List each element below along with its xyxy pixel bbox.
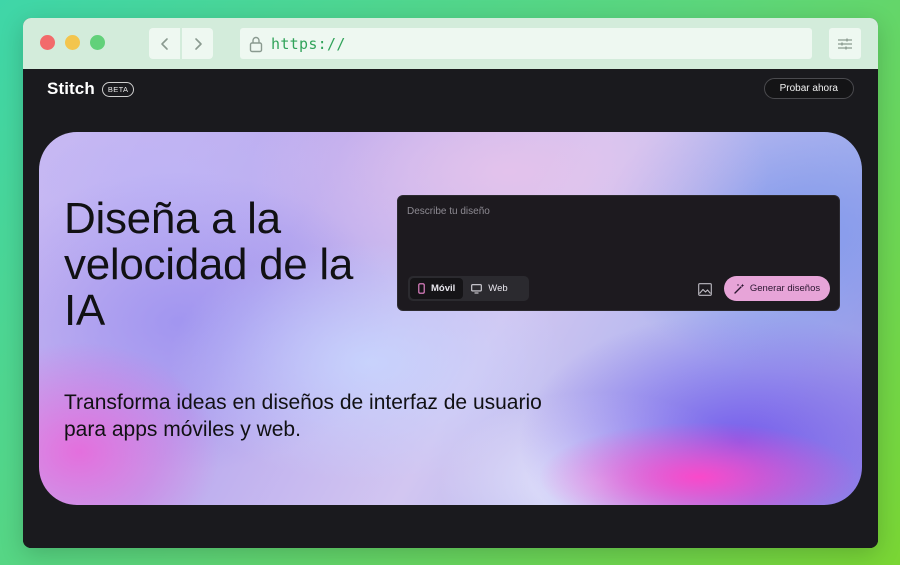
mode-web-toggle[interactable]: Web [463,278,515,299]
magic-wand-icon [734,283,745,294]
image-icon [698,282,712,296]
hero-subtitle: Transforma ideas en diseños de interfaz … [64,391,542,441]
lock-icon [249,36,263,52]
back-button[interactable] [149,28,180,59]
beta-badge: BETA [101,81,135,97]
chevron-right-icon [194,37,202,50]
generate-designs-label: Generar diseños [749,283,821,294]
mode-mobile-label: Móvil [431,283,456,294]
mode-mobile-toggle[interactable]: Móvil [410,278,464,299]
mode-web-label: Web [488,283,508,294]
brand-logo[interactable]: Stitch BETA [47,79,135,99]
phone-icon [418,283,425,294]
forward-button[interactable] [182,28,213,59]
design-prompt-input[interactable]: Describe tu diseño [407,206,490,217]
close-window-button[interactable] [40,35,55,50]
minimize-window-button[interactable] [65,35,80,50]
device-toggle: Móvil Web [408,276,529,301]
upload-image-button[interactable] [696,280,714,298]
browser-toolbar: https:// [23,18,878,69]
monitor-icon [471,283,483,294]
chevron-left-icon [160,37,168,50]
hero-title: Diseña a la velocidad de la IA [64,194,354,335]
page-content: Stitch BETA Probar ahora Diseña a la vel… [23,69,878,548]
prompt-card: Describe tu diseño Móvil Web Generar dis… [397,195,840,311]
generate-designs-button[interactable]: Generar diseños [724,276,830,301]
hero-banner: Diseña a la velocidad de la IA Transform… [39,132,862,505]
sliders-icon [838,38,852,49]
maximize-window-button[interactable] [90,35,105,50]
address-bar[interactable]: https:// [240,28,812,59]
browser-window: https:// Stitch BETA Probar ahora Diseña… [23,18,878,548]
url-text: https:// [271,34,346,53]
try-now-button[interactable]: Probar ahora [763,78,854,99]
browser-menu-button[interactable] [829,28,861,59]
brand-name: Stitch [47,79,95,98]
